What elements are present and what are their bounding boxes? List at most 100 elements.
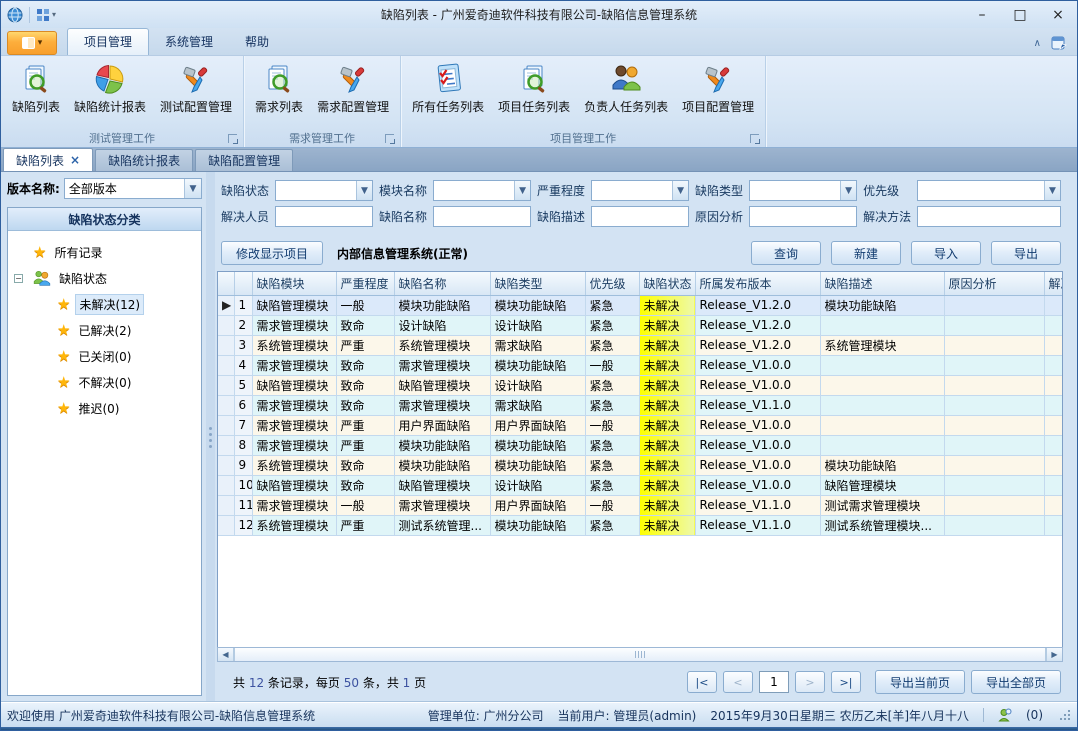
tree-item-未解决(12)[interactable]: ★未解决(12) — [12, 291, 197, 317]
last-page-button[interactable]: >| — [831, 671, 861, 693]
tree-item-所有记录[interactable]: ★所有记录 — [12, 239, 197, 265]
tab-close-icon[interactable]: × — [70, 153, 80, 167]
filter-input[interactable] — [434, 181, 514, 200]
first-page-button[interactable]: |< — [687, 671, 717, 693]
ribbon-button-负责人任务列表[interactable]: 负责人任务列表 — [577, 58, 675, 117]
action-button-导出[interactable]: 导出 — [991, 241, 1061, 265]
action-button-新建[interactable]: 新建 — [831, 241, 901, 265]
chevron-down-icon[interactable]: ▼ — [356, 181, 372, 200]
table-row[interactable]: 10缺陷管理模块致命缺陷管理模块设计缺陷紧急未解决Release_V1.0.0缺… — [218, 475, 1063, 495]
filter-input[interactable] — [918, 207, 1060, 226]
table-row[interactable]: 3系统管理模块严重系统管理模块需求缺陷紧急未解决Release_V1.2.0系统… — [218, 335, 1063, 355]
table-row[interactable]: ▶1缺陷管理模块一般模块功能缺陷模块功能缺陷紧急未解决Release_V1.2.… — [218, 295, 1063, 315]
ribbon-button-测试配置管理[interactable]: 测试配置管理 — [153, 58, 239, 117]
maximize-button[interactable]: □ — [1001, 2, 1039, 28]
filter-input[interactable] — [918, 181, 1044, 200]
action-button-查询[interactable]: 查询 — [751, 241, 821, 265]
export-all-pages-button[interactable]: 导出全部页 — [971, 670, 1061, 694]
chevron-down-icon[interactable]: ▼ — [672, 181, 688, 200]
ribbon-button-缺陷列表[interactable]: 缺陷列表 — [5, 58, 67, 117]
tree-item-不解决(0)[interactable]: ★不解决(0) — [12, 369, 197, 395]
ribbon-button-需求列表[interactable]: 需求列表 — [248, 58, 310, 117]
doc-tab-缺陷配置管理[interactable]: 缺陷配置管理 — [195, 149, 293, 171]
filter-input-原因分析[interactable] — [749, 206, 857, 227]
window-switch-icon[interactable] — [1051, 36, 1067, 51]
column-header-缺陷模块[interactable]: 缺陷模块 — [252, 272, 336, 295]
ribbon-button-项目任务列表[interactable]: 项目任务列表 — [491, 58, 577, 117]
filter-dropdown-缺陷状态[interactable]: ▼ — [275, 180, 373, 201]
table-row[interactable]: 9系统管理模块致命模块功能缺陷模块功能缺陷紧急未解决Release_V1.0.0… — [218, 455, 1063, 475]
ribbon-button-缺陷统计报表[interactable]: 缺陷统计报表 — [67, 58, 153, 117]
application-menu-button[interactable]: ▾ — [7, 31, 57, 55]
modify-display-items-button[interactable]: 修改显示项目 — [221, 241, 323, 265]
chevron-down-icon[interactable]: ▼ — [840, 181, 856, 200]
globe-icon[interactable] — [7, 7, 23, 23]
dialog-launcher-icon[interactable] — [750, 134, 759, 143]
table-row[interactable]: 2需求管理模块致命设计缺陷设计缺陷紧急未解决Release_V1.2.0 — [218, 315, 1063, 335]
table-row[interactable]: 8需求管理模块严重模块功能缺陷模块功能缺陷紧急未解决Release_V1.0.0 — [218, 435, 1063, 455]
ribbon-tab-帮助[interactable]: 帮助 — [229, 29, 285, 55]
column-header-缺陷名称[interactable]: 缺陷名称 — [394, 272, 490, 295]
filter-input-缺陷描述[interactable] — [591, 206, 689, 227]
ribbon-tab-系统管理[interactable]: 系统管理 — [149, 29, 229, 55]
ribbon-button-所有任务列表[interactable]: 所有任务列表 — [405, 58, 491, 117]
filter-input-解决方法[interactable] — [917, 206, 1061, 227]
doc-tab-缺陷列表[interactable]: 缺陷列表× — [3, 148, 93, 171]
scroll-left-icon[interactable]: ◀ — [218, 648, 234, 661]
table-row[interactable]: 4需求管理模块致命需求管理模块模块功能缺陷一般未解决Release_V1.0.0 — [218, 355, 1063, 375]
filter-dropdown-严重程度[interactable]: ▼ — [591, 180, 689, 201]
scrollbar-thumb[interactable] — [234, 648, 1046, 661]
chevron-down-icon[interactable]: ▼ — [1044, 181, 1060, 200]
close-button[interactable]: × — [1039, 2, 1077, 28]
table-row[interactable]: 7需求管理模块严重用户界面缺陷用户界面缺陷一般未解决Release_V1.0.0 — [218, 415, 1063, 435]
chevron-down-icon[interactable]: ▼ — [184, 179, 201, 198]
tree-item-推迟(0)[interactable]: ★推迟(0) — [12, 395, 197, 421]
export-current-page-button[interactable]: 导出当前页 — [875, 670, 965, 694]
ribbon-collapse-icon[interactable]: ∧ — [1034, 38, 1041, 49]
tree-item-缺陷状态[interactable]: −缺陷状态 — [12, 265, 197, 291]
version-combobox[interactable]: 全部版本 ▼ — [64, 178, 202, 199]
filter-input[interactable] — [434, 207, 530, 226]
column-header-优先级[interactable]: 优先级 — [585, 272, 639, 295]
column-header-缺陷描述[interactable]: 缺陷描述 — [820, 272, 944, 295]
tree-item-已关闭(0)[interactable]: ★已关闭(0) — [12, 343, 197, 369]
filter-dropdown-缺陷类型[interactable]: ▼ — [749, 180, 857, 201]
action-button-导入[interactable]: 导入 — [911, 241, 981, 265]
tree-item-已解决(2)[interactable]: ★已解决(2) — [12, 317, 197, 343]
dialog-launcher-icon[interactable] — [228, 134, 237, 143]
filter-input[interactable] — [592, 207, 688, 226]
filter-input[interactable] — [592, 181, 672, 200]
filter-input[interactable] — [276, 181, 356, 200]
sidebar-splitter[interactable] — [206, 172, 215, 702]
prev-page-button[interactable]: < — [723, 671, 753, 693]
table-row[interactable]: 5缺陷管理模块致命缺陷管理模块设计缺陷紧急未解决Release_V1.0.0 — [218, 375, 1063, 395]
resize-grip[interactable] — [1059, 709, 1071, 721]
filter-input[interactable] — [276, 207, 372, 226]
table-row[interactable]: 11需求管理模块一般需求管理模块用户界面缺陷一般未解决Release_V1.1.… — [218, 495, 1063, 515]
filter-input-缺陷名称[interactable] — [433, 206, 531, 227]
ribbon-tab-项目管理[interactable]: 项目管理 — [67, 28, 149, 55]
filter-input[interactable] — [750, 207, 856, 226]
filter-input-解决人员[interactable] — [275, 206, 373, 227]
next-page-button[interactable]: > — [795, 671, 825, 693]
column-header-严重程度[interactable]: 严重程度 — [336, 272, 394, 295]
column-header-所属发布版本[interactable]: 所属发布版本 — [695, 272, 820, 295]
filter-dropdown-优先级[interactable]: ▼ — [917, 180, 1061, 201]
column-header-原因分析[interactable]: 原因分析 — [944, 272, 1044, 295]
filter-dropdown-模块名称[interactable]: ▼ — [433, 180, 531, 201]
ribbon-button-项目配置管理[interactable]: 项目配置管理 — [675, 58, 761, 117]
column-header-缺陷状态[interactable]: 缺陷状态 — [639, 272, 695, 295]
dialog-launcher-icon[interactable] — [385, 134, 394, 143]
table-row[interactable]: 6需求管理模块致命需求管理模块需求缺陷紧急未解决Release_V1.1.0 — [218, 395, 1063, 415]
scroll-right-icon[interactable]: ▶ — [1046, 648, 1062, 661]
ribbon-button-需求配置管理[interactable]: 需求配置管理 — [310, 58, 396, 117]
table-row[interactable]: 12系统管理模块严重测试系统管理...模块功能缺陷紧急未解决Release_V1… — [218, 515, 1063, 535]
horizontal-scrollbar[interactable]: ◀ ▶ — [217, 647, 1063, 662]
chevron-down-icon[interactable]: ▼ — [514, 181, 530, 200]
user-status-icon[interactable] — [998, 708, 1012, 722]
minimize-button[interactable]: – — [963, 2, 1001, 28]
tree-collapse-icon[interactable]: − — [14, 274, 23, 283]
page-number-input[interactable] — [759, 671, 789, 693]
column-header-解决方法[interactable]: 解决方法 — [1044, 272, 1063, 295]
layout-grid-icon[interactable]: ▾ — [36, 8, 56, 22]
